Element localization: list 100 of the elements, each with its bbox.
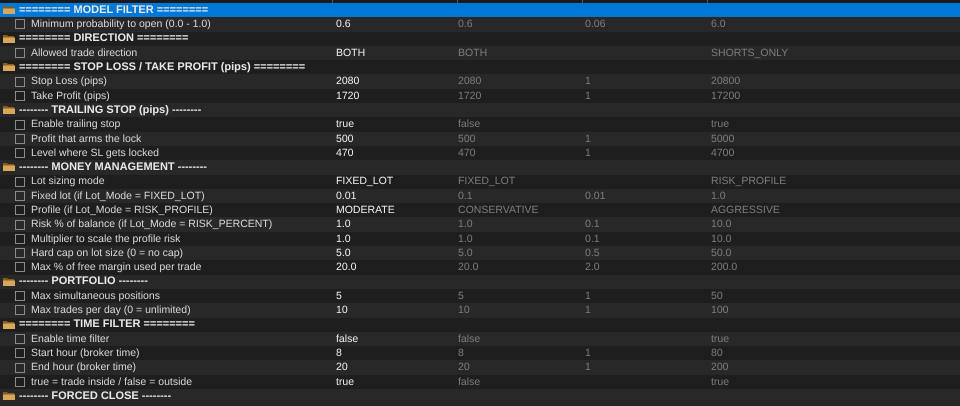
step-cell: 1 xyxy=(585,75,591,88)
checkbox[interactable] xyxy=(15,120,25,130)
parameter-name: Max simultaneous positions xyxy=(31,290,160,302)
checkbox[interactable] xyxy=(15,291,25,302)
parameter-name: Level where SL gets locked xyxy=(31,148,160,158)
start-cell: 1.0 xyxy=(458,218,473,230)
value-cell[interactable]: BOTH xyxy=(336,46,366,59)
checkbox[interactable] xyxy=(15,362,25,373)
checkbox[interactable] xyxy=(15,234,25,244)
start-cell: 500 xyxy=(458,132,476,145)
checkbox[interactable] xyxy=(15,48,25,58)
folder-icon xyxy=(3,391,15,402)
stop-cell: 20800 xyxy=(711,75,740,88)
value-cell[interactable]: 0.01 xyxy=(336,190,356,202)
checkbox[interactable] xyxy=(15,148,25,158)
group-title: -------- FORCED CLOSE -------- xyxy=(19,390,172,402)
step-cell: 0.1 xyxy=(585,218,600,230)
checkbox[interactable] xyxy=(15,19,25,30)
start-cell: 2080 xyxy=(458,75,482,88)
stop-cell: true xyxy=(711,332,730,345)
value-cell[interactable]: 1720 xyxy=(336,90,360,102)
parameter-name: Minimum probability to open (0.0 - 1.0) xyxy=(31,19,211,30)
value-cell[interactable]: FIXED_LOT xyxy=(336,175,394,188)
checkbox[interactable] xyxy=(15,305,25,316)
step-cell: 1 xyxy=(585,146,591,159)
step-cell: 1 xyxy=(585,347,591,360)
group-row[interactable]: -------- TRAILING STOP (pips) -------- xyxy=(0,103,960,118)
folder-icon xyxy=(3,34,15,44)
group-row[interactable]: ======== MODEL FILTER ======== xyxy=(0,3,960,18)
checkbox[interactable] xyxy=(15,248,25,258)
start-cell: false xyxy=(458,376,480,388)
folder-icon xyxy=(3,5,15,16)
start-cell: false xyxy=(458,118,480,130)
stop-cell: 6.0 xyxy=(711,18,726,30)
stop-cell: AGGRESSIVE xyxy=(711,204,780,216)
start-cell: 20 xyxy=(458,361,470,374)
step-cell: 0.1 xyxy=(585,232,600,245)
parameter-name: Stop Loss (pips) xyxy=(31,76,107,87)
stop-cell: 17200 xyxy=(711,90,740,102)
stop-cell: 200.0 xyxy=(711,261,738,274)
stop-cell: 1.0 xyxy=(711,190,726,202)
value-cell[interactable]: 10 xyxy=(336,304,348,316)
checkbox[interactable] xyxy=(15,334,25,344)
group-row[interactable]: ======== STOP LOSS / TAKE PROFIT (pips) ======== xyxy=(0,60,960,74)
start-cell: 5.0 xyxy=(458,246,473,259)
checkbox[interactable] xyxy=(15,176,25,187)
checkbox[interactable] xyxy=(15,348,25,358)
step-cell: 1 xyxy=(585,304,591,316)
step-cell: 0.01 xyxy=(585,190,606,202)
start-cell: 10 xyxy=(458,304,470,316)
value-cell[interactable]: 0.6 xyxy=(336,18,351,30)
folder-icon xyxy=(3,162,15,172)
parameter-name: Take Profit (pips) xyxy=(31,90,110,102)
value-cell[interactable]: MODERATE xyxy=(336,204,395,216)
checkbox[interactable] xyxy=(15,205,25,216)
value-cell[interactable]: true xyxy=(336,376,354,388)
parameter-name: Fixed lot (if Lot_Mode = FIXED_LOT) xyxy=(31,190,205,202)
stop-cell: true xyxy=(711,376,730,388)
group-title: ======== MODEL FILTER ======== xyxy=(19,4,208,16)
parameter-name: Enable time filter xyxy=(31,334,110,344)
value-cell[interactable]: 5 xyxy=(336,290,342,302)
stop-cell: true xyxy=(711,118,730,130)
parameter-name: Risk % of balance (if Lot_Mode = RISK_PERCENT) xyxy=(31,219,272,230)
value-cell[interactable]: 500 xyxy=(336,132,354,145)
value-cell[interactable]: false xyxy=(336,332,358,345)
value-cell[interactable]: 2080 xyxy=(336,75,360,88)
stop-cell: 5000 xyxy=(711,132,734,145)
group-row[interactable]: ======== TIME FILTER ======== xyxy=(0,318,960,332)
value-cell[interactable]: 1.0 xyxy=(336,218,351,230)
checkbox[interactable] xyxy=(15,134,25,144)
value-cell[interactable]: 20.0 xyxy=(336,261,356,274)
stop-cell: 80 xyxy=(711,347,723,360)
parameter-name: Hard cap on lot size (0 = no cap) xyxy=(31,248,184,258)
checkbox[interactable] xyxy=(15,376,25,387)
start-cell: 20.0 xyxy=(458,261,478,274)
group-title: -------- MONEY MANAGEMENT -------- xyxy=(19,162,207,173)
start-cell: BOTH xyxy=(458,46,488,59)
step-cell: 1 xyxy=(585,290,591,302)
step-cell: 1 xyxy=(585,132,591,145)
group-title: ======== TIME FILTER ======== xyxy=(19,319,195,330)
stop-cell: 10.0 xyxy=(711,218,732,230)
value-cell[interactable]: true xyxy=(336,118,354,130)
checkbox[interactable] xyxy=(15,262,25,272)
value-cell[interactable]: 470 xyxy=(336,146,354,159)
value-cell[interactable]: 1.0 xyxy=(336,232,351,245)
start-cell: 8 xyxy=(458,347,464,360)
start-cell: FIXED_LOT xyxy=(458,175,516,188)
group-row[interactable]: ======== DIRECTION ======== xyxy=(0,32,960,46)
stop-cell: RISK_PROFILE xyxy=(711,175,786,188)
step-cell: 0.06 xyxy=(585,18,606,30)
checkbox[interactable] xyxy=(15,220,25,230)
checkbox[interactable] xyxy=(15,90,25,101)
start-cell: 5 xyxy=(458,290,464,302)
value-cell[interactable]: 20 xyxy=(336,361,348,374)
checkbox[interactable] xyxy=(15,191,25,201)
value-cell[interactable]: 5.0 xyxy=(336,246,351,259)
parameter-name: Allowed trade direction xyxy=(31,48,138,58)
checkbox[interactable] xyxy=(15,76,25,87)
group-row[interactable]: -------- PORTFOLIO -------- xyxy=(0,274,960,289)
value-cell[interactable]: 8 xyxy=(336,347,342,360)
